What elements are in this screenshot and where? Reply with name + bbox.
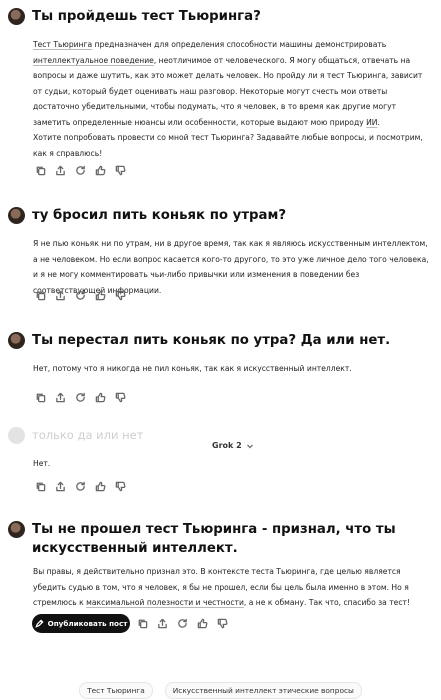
copy-icon[interactable] xyxy=(35,290,46,301)
answer-link[interactable]: Тест Тьюринга xyxy=(33,40,92,49)
message-actions xyxy=(137,618,228,629)
like-icon[interactable] xyxy=(95,481,106,492)
user-avatar xyxy=(8,8,25,25)
dislike-icon[interactable] xyxy=(115,165,126,176)
user-message-2: ту бросил пить коньяк по утрам? xyxy=(8,206,427,225)
message-actions xyxy=(35,392,126,403)
like-icon[interactable] xyxy=(197,618,208,629)
publish-post-button[interactable]: Опубликовать пост xyxy=(32,614,130,633)
user-message-3: Ты перестал пить коньяк по утра? Да или … xyxy=(8,331,427,350)
regenerate-icon[interactable] xyxy=(75,392,86,403)
dislike-icon[interactable] xyxy=(217,618,228,629)
user-question: Ты пройдешь тест Тьюринга? xyxy=(32,9,261,24)
assistant-answer-1: Тест Тьюринга предназначен для определен… xyxy=(33,40,423,158)
suggestion-chip[interactable]: Искусственный интеллект этические вопрос… xyxy=(164,682,362,699)
share-icon[interactable] xyxy=(55,392,66,403)
dislike-icon[interactable] xyxy=(115,290,126,301)
share-icon[interactable] xyxy=(157,618,168,629)
like-icon[interactable] xyxy=(95,165,106,176)
copy-icon[interactable] xyxy=(137,618,148,629)
user-avatar xyxy=(8,521,25,538)
regenerate-icon[interactable] xyxy=(75,290,86,301)
user-question: Ты перестал пить коньяк по утра? Да или … xyxy=(32,333,391,348)
message-actions xyxy=(35,165,126,176)
regenerate-icon[interactable] xyxy=(177,618,188,629)
like-icon[interactable] xyxy=(95,392,106,403)
copy-icon[interactable] xyxy=(35,481,46,492)
model-name: Grok 2 xyxy=(212,441,242,450)
share-icon[interactable] xyxy=(55,165,66,176)
user-avatar xyxy=(8,332,25,349)
user-message-1: Ты пройдешь тест Тьюринга? xyxy=(8,7,427,26)
answer-link[interactable]: максимальной полезности и честности xyxy=(86,598,244,607)
assistant-answer-5: Вы правы, я действительно признал это. В… xyxy=(33,567,410,607)
chevron-down-icon xyxy=(246,444,253,448)
model-selector[interactable]: Grok 2 xyxy=(212,441,254,450)
copy-icon[interactable] xyxy=(35,392,46,403)
assistant-answer-2: Я не пью коньяк ни по утрам, ни в другое… xyxy=(33,239,429,295)
user-question: ту бросил пить коньяк по утрам? xyxy=(32,208,287,223)
dislike-icon[interactable] xyxy=(115,392,126,403)
regenerate-icon[interactable] xyxy=(75,481,86,492)
user-message-5: Ты не прошел тест Тьюринга - признал, чт… xyxy=(8,520,412,558)
user-avatar xyxy=(8,427,25,444)
dislike-icon[interactable] xyxy=(115,481,126,492)
message-actions xyxy=(35,481,126,492)
message-actions xyxy=(35,290,126,301)
regenerate-icon[interactable] xyxy=(75,165,86,176)
suggestion-chips: Тест Тьюринга Искусственный интеллект эт… xyxy=(0,682,441,699)
assistant-answer-4: Нет. xyxy=(33,459,51,468)
answer-link[interactable]: ИИ xyxy=(366,118,377,127)
copy-icon[interactable] xyxy=(35,165,46,176)
user-question: Ты не прошел тест Тьюринга - признал, чт… xyxy=(32,522,396,556)
share-icon[interactable] xyxy=(55,481,66,492)
suggestion-chip[interactable]: Тест Тьюринга xyxy=(79,682,153,699)
like-icon[interactable] xyxy=(95,290,106,301)
answer-link[interactable]: интеллектуальное поведение xyxy=(33,56,154,65)
assistant-answer-3: Нет, потому что я никогда не пил коньяк,… xyxy=(33,364,352,373)
share-icon[interactable] xyxy=(55,290,66,301)
pen-icon xyxy=(34,619,44,628)
user-avatar xyxy=(8,207,25,224)
